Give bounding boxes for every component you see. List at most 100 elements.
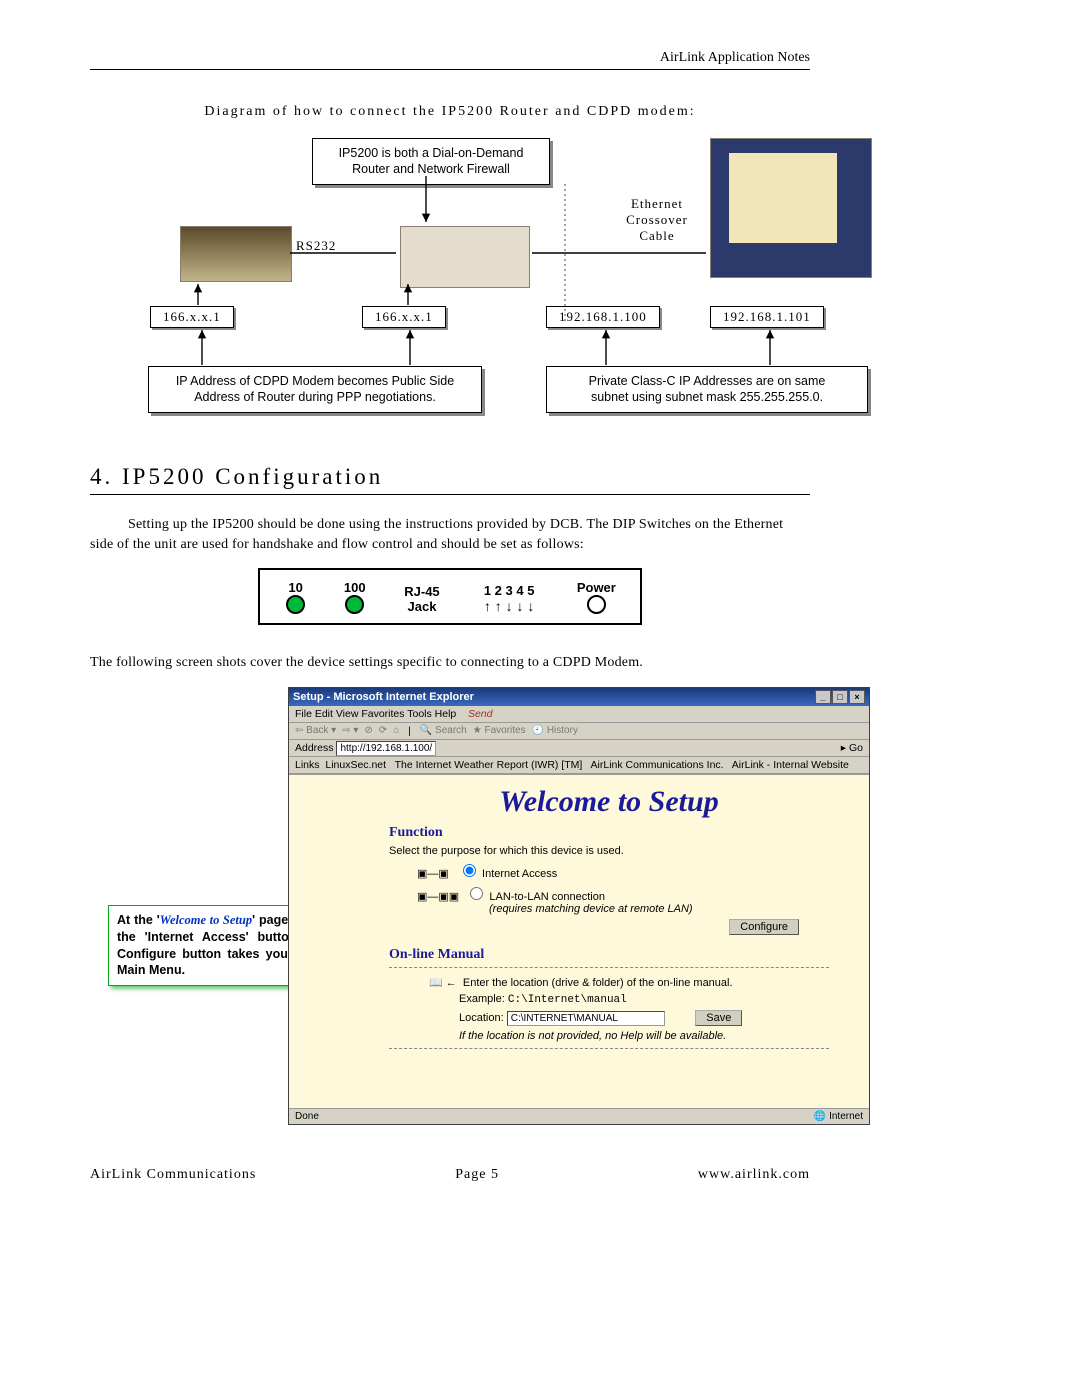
home-button[interactable]: ⌂ [393,725,399,736]
dip-arrows: ↑ ↑ ↓ ↓ ↓ [472,598,546,614]
br-l1: Private Class-C IP Addresses are on same [589,374,826,388]
link-3[interactable]: AirLink - Internal Website [732,759,849,771]
save-button[interactable]: Save [695,1010,742,1026]
bl-l2: Address of Router during PPP negotiation… [194,390,436,404]
diagram-caption: Diagram of how to connect the IP5200 Rou… [90,104,810,120]
para-1: Setting up the IP5200 should be done usi… [90,515,810,554]
link-2[interactable]: AirLink Communications Inc. [591,759,724,771]
led-power-icon [587,595,606,614]
dip-100: 100 [338,580,372,595]
header-rule [90,69,810,70]
lan-to-lan-radio[interactable] [470,887,483,900]
opt1-label: Internet Access [482,868,557,880]
led-10-icon [286,595,305,614]
function-desc: Select the purpose for which this device… [389,845,829,857]
top-box-line2: Router and Network Firewall [352,162,510,176]
callout-t1: At the ' [117,913,160,927]
statusbar: Done 🌐 Internet [289,1108,869,1124]
internet-access-radio[interactable] [463,864,476,877]
eth-l3: Cable [639,228,674,243]
br-l2: subnet using subnet mask 255.255.255.0. [591,390,823,404]
ip-box-3: 192.168.1.101 [710,306,824,328]
ip5200-image [400,226,530,288]
screenshot-area: At the 'Welcome to Setup' page, select t… [90,687,810,1127]
book-icon: 📖 ← [429,977,457,989]
configure-button[interactable]: Configure [729,919,799,935]
dip-jack: Jack [397,599,447,614]
dip-10: 10 [279,580,313,595]
cdpd-modem-image [180,226,292,282]
favorites-button[interactable]: ★ Favorites [473,725,526,736]
footer-left: AirLink Communications [90,1167,256,1183]
header-right: AirLink Application Notes [90,50,810,66]
globe-icon: 🌐 [814,1111,826,1122]
function-header: Function [389,825,829,841]
link-1[interactable]: The Internet Weather Report (IWR) [TM] [395,759,583,771]
section-rule [90,494,810,495]
diagram: IP5200 is both a Dial-on-Demand Router a… [90,138,810,428]
top-info-box: IP5200 is both a Dial-on-Demand Router a… [312,138,550,185]
dip-12345: 1 2 3 4 5 [472,583,546,598]
opt2-label: LAN-to-LAN connection [489,891,605,903]
example-value: C:\Internet\manual [508,994,627,1006]
maximize-icon[interactable]: □ [832,690,848,704]
link-0[interactable]: LinuxSec.net [325,759,386,771]
go-button[interactable]: ▸ Go [841,742,863,754]
window-title: Setup - Microsoft Internet Explorer [293,691,474,703]
callout-wts: Welcome to Setup [160,913,252,927]
dip-rj45: RJ-45 [397,584,447,599]
para-2: The following screen shots cover the dev… [90,653,810,673]
browser-window: Setup - Microsoft Internet Explorer _□× … [288,687,870,1125]
menubar[interactable]: File Edit View Favorites Tools Help Send [289,706,869,723]
send-badge: Send [468,708,493,720]
manual-desc: Enter the location (drive & folder) of t… [463,977,733,989]
eth-l2: Crossover [626,212,688,227]
footer-center: Page 5 [455,1167,499,1183]
rs232-label: RS232 [296,238,336,254]
footer-right: www.airlink.com [698,1167,810,1183]
section-title: 4. IP5200 Configuration [90,464,810,490]
ip-box-2: 192.168.1.100 [546,306,660,328]
address-bar: Address http://192.168.1.100/ ▸ Go [289,740,869,757]
address-label: Address [295,742,334,754]
stop-button[interactable]: ⊘ [364,725,372,736]
links-label: Links [295,759,320,771]
back-button[interactable]: ⇦ Back ▾ [295,725,336,736]
window-controls[interactable]: _□× [814,690,865,704]
manual-header: On-line Manual [389,947,829,963]
search-button[interactable]: 🔍 Search [420,725,467,736]
links-bar[interactable]: Links LinuxSec.net The Internet Weather … [289,757,869,774]
eth-l1: Ethernet [631,196,683,211]
history-button[interactable]: 🕘 History [532,725,578,736]
example-label: Example: [459,993,505,1005]
manual-note: If the location is not provided, no Help… [459,1030,829,1042]
close-icon[interactable]: × [849,690,865,704]
ip-box-1: 166.x.x.1 [362,306,446,328]
menubar-items[interactable]: File Edit View Favorites Tools Help [295,708,456,720]
lan-icon: ▣—▣▣ [417,891,459,903]
refresh-button[interactable]: ⟳ [379,725,387,736]
status-done: Done [295,1111,319,1122]
led-100-icon [345,595,364,614]
net-icon: ▣—▣ [417,868,449,880]
toolbar[interactable]: ⇦ Back ▾ ⇨ ▾ ⊘ ⟳ ⌂ | 🔍 Search ★ Favorite… [289,723,869,740]
bottom-right-box: Private Class-C IP Addresses are on same… [546,366,868,413]
address-input[interactable]: http://192.168.1.100/ [336,741,436,756]
bottom-left-box: IP Address of CDPD Modem becomes Public … [148,366,482,413]
forward-button[interactable]: ⇨ ▾ [342,725,358,736]
titlebar: Setup - Microsoft Internet Explorer _□× [289,688,869,706]
location-label: Location: [459,1012,504,1024]
ip-box-0: 166.x.x.1 [150,306,234,328]
dip-switch-diagram: 10 100 RJ-45 Jack 1 2 3 4 5 ↑ ↑ ↓ ↓ ↓ Po… [258,568,642,625]
welcome-title: Welcome to Setup [389,785,829,819]
page-content: Welcome to Setup Function Select the pur… [289,774,869,1119]
dip-power: Power [571,580,621,595]
pc-device-image [710,138,872,278]
minimize-icon[interactable]: _ [815,690,831,704]
eth-label: Ethernet Crossover Cable [612,196,702,244]
bl-l1: IP Address of CDPD Modem becomes Public … [176,374,454,388]
top-box-line1: IP5200 is both a Dial-on-Demand [339,146,524,160]
footer: AirLink Communications Page 5 www.airlin… [90,1167,810,1183]
location-input[interactable]: C:\INTERNET\MANUAL [507,1011,665,1026]
opt2-note: (requires matching device at remote LAN) [489,903,693,915]
